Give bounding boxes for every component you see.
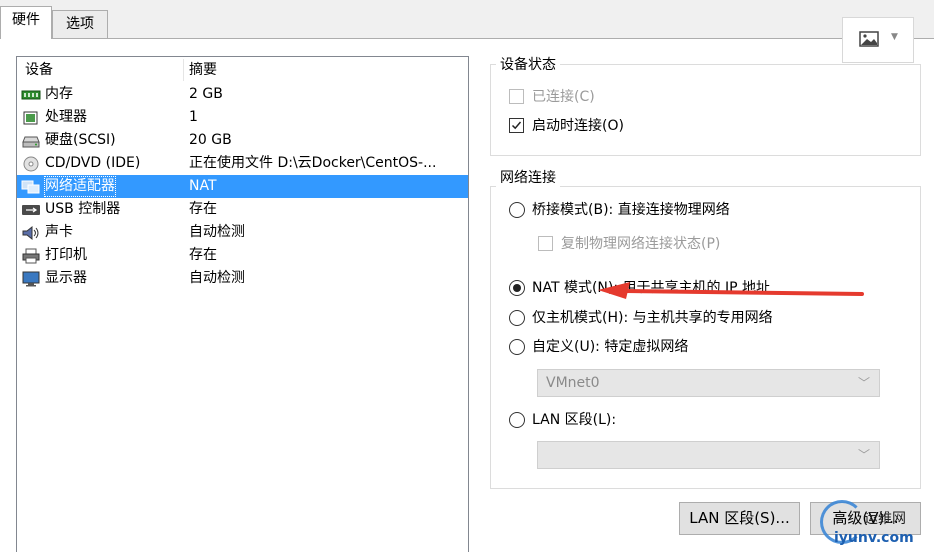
device-name: 显示器 bbox=[45, 270, 87, 286]
connected-checkbox[interactable] bbox=[509, 89, 524, 104]
memory-icon bbox=[21, 90, 41, 100]
watermark-url: iyunv.com bbox=[834, 530, 914, 546]
device-summary: 自动检测 bbox=[189, 270, 245, 286]
device-row-display[interactable]: 显示器 自动检测 bbox=[17, 267, 468, 290]
device-status-title: 设备状态 bbox=[496, 56, 560, 74]
device-summary: 正在使用文件 D:\云Docker\CentOS-... bbox=[189, 155, 437, 171]
device-summary: NAT bbox=[189, 178, 217, 194]
device-summary: 自动检测 bbox=[189, 224, 245, 240]
host-only-label: 仅主机模式(H): 与主机共享的专用网络 bbox=[532, 310, 773, 326]
replicate-state-checkbox[interactable] bbox=[538, 236, 553, 251]
device-row-sound[interactable]: 声卡 自动检测 bbox=[17, 221, 468, 244]
nat-radio[interactable] bbox=[509, 280, 525, 296]
processor-icon bbox=[23, 111, 38, 125]
device-row-cd-dvd[interactable]: CD/DVD (IDE) 正在使用文件 D:\云Docker\CentOS-..… bbox=[17, 152, 468, 175]
device-name: 打印机 bbox=[45, 247, 87, 263]
device-name: USB 控制器 bbox=[45, 201, 121, 217]
sound-icon bbox=[22, 225, 39, 241]
device-row-printer[interactable]: 打印机 存在 bbox=[17, 244, 468, 267]
lan-segment-label: LAN 区段(L): bbox=[532, 412, 617, 428]
custom-radio[interactable] bbox=[509, 339, 525, 355]
image-menu-button[interactable]: ▼ bbox=[842, 17, 914, 63]
device-list[interactable]: 设备 摘要 内存 2 GB 处理器 1 硬盘(SCSI) 20 GB CD/DV… bbox=[16, 56, 469, 552]
connect-on-start-label: 启动时连接(O) bbox=[532, 118, 624, 134]
triangle-down-icon: ▼ bbox=[891, 32, 898, 42]
annotation-arrow bbox=[598, 282, 864, 299]
display-icon bbox=[22, 271, 40, 287]
tab-options[interactable]: 选项 bbox=[52, 10, 108, 38]
replicate-state-label: 复制物理网络连接状态(P) bbox=[561, 236, 721, 252]
device-row-processor[interactable]: 处理器 1 bbox=[17, 106, 468, 129]
lan-segments-button[interactable]: LAN 区段(S)... bbox=[679, 502, 800, 535]
dialog-tab-strip bbox=[0, 0, 934, 40]
device-name: 处理器 bbox=[45, 109, 87, 125]
device-summary: 2 GB bbox=[189, 86, 223, 102]
watermark-text: 运维网 bbox=[864, 511, 906, 527]
harddisk-icon bbox=[22, 136, 40, 148]
lan-segment-select[interactable]: ﹀ bbox=[537, 441, 880, 469]
cd-dvd-icon bbox=[23, 156, 39, 172]
device-status-group bbox=[490, 64, 921, 156]
custom-network-select[interactable]: VMnet0 ﹀ bbox=[537, 369, 880, 397]
chevron-down-icon: ﹀ bbox=[857, 376, 870, 390]
radio-selected-dot bbox=[513, 284, 521, 292]
network-adapter-icon bbox=[21, 180, 40, 194]
bridged-radio[interactable] bbox=[509, 202, 525, 218]
watermark-logo: 运维网 iyunv.com bbox=[820, 500, 934, 552]
device-summary: 存在 bbox=[189, 247, 217, 263]
connect-on-start-checkbox[interactable] bbox=[509, 118, 524, 133]
device-summary: 1 bbox=[189, 109, 198, 125]
device-summary: 20 GB bbox=[189, 132, 232, 148]
network-connection-title: 网络连接 bbox=[496, 169, 560, 187]
printer-icon bbox=[22, 248, 40, 264]
column-separator[interactable] bbox=[183, 59, 184, 81]
tab-hardware[interactable]: 硬件 bbox=[0, 6, 52, 39]
usb-icon bbox=[22, 205, 40, 215]
column-header-summary[interactable]: 摘要 bbox=[189, 59, 217, 81]
chevron-down-icon: ﹀ bbox=[857, 448, 870, 462]
column-header-device[interactable]: 设备 bbox=[25, 59, 53, 81]
checkmark-icon bbox=[511, 121, 522, 130]
device-name: 网络适配器 bbox=[43, 175, 117, 198]
device-name: 硬盘(SCSI) bbox=[45, 132, 116, 148]
custom-label: 自定义(U): 特定虚拟网络 bbox=[532, 339, 689, 355]
device-name: 内存 bbox=[45, 86, 73, 102]
device-name: 声卡 bbox=[45, 224, 73, 240]
device-name: CD/DVD (IDE) bbox=[45, 155, 141, 171]
bridged-label: 桥接模式(B): 直接连接物理网络 bbox=[532, 202, 730, 218]
device-row-memory[interactable]: 内存 2 GB bbox=[17, 83, 468, 106]
lan-segment-radio[interactable] bbox=[509, 412, 525, 428]
host-only-radio[interactable] bbox=[509, 310, 525, 326]
device-row-usb[interactable]: USB 控制器 存在 bbox=[17, 198, 468, 221]
connected-label: 已连接(C) bbox=[532, 89, 595, 105]
device-summary: 存在 bbox=[189, 201, 217, 217]
device-row-network-adapter[interactable]: 网络适配器 NAT bbox=[17, 175, 468, 198]
image-icon bbox=[859, 31, 879, 47]
device-row-harddisk[interactable]: 硬盘(SCSI) 20 GB bbox=[17, 129, 468, 152]
custom-network-value: VMnet0 bbox=[546, 375, 600, 391]
